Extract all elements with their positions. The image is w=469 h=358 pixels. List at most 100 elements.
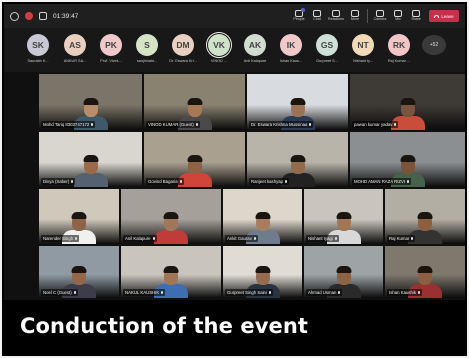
avatar-initials: PK (100, 34, 122, 56)
participant-name-label: VINOD KUMAR (Guest) (146, 121, 200, 128)
video-tile[interactable]: Anil Kalapure (121, 189, 221, 244)
mic-muted-icon (253, 237, 256, 241)
mic-muted-icon (268, 291, 271, 295)
mic-muted-icon (75, 237, 78, 241)
mic-muted-icon (179, 180, 182, 184)
more-button[interactable]: More (346, 5, 364, 27)
participant-name-label: Noel C (Guest) (41, 289, 78, 296)
people-button[interactable]: People (290, 5, 308, 27)
participant-name: Ankit Gaurav (227, 236, 252, 241)
avatar-initials: S (136, 34, 158, 56)
participant-avatar[interactable]: PK Prof. Vivek... (93, 34, 129, 63)
video-tile[interactable]: Mohd Tariq 8303747172 (39, 74, 142, 130)
avatar-name: Anil Kalapure (243, 59, 267, 63)
participant-name-label: Ishan Kaushik (387, 289, 422, 296)
video-tile[interactable]: VINOD KUMAR (Guest) (144, 74, 245, 130)
avatar-name: VINOD ... (210, 59, 228, 63)
share-button[interactable]: Share (407, 5, 425, 27)
video-tile[interactable]: Narender Singh (39, 189, 119, 244)
participant-avatar[interactable]: DM Dr. Eswara Kri... (165, 34, 201, 63)
video-tile[interactable]: pawan kumar yadav (350, 74, 465, 130)
participant-name-label: Mohd Tariq 8303747172 (41, 121, 96, 128)
participant-name: VINOD KUMAR (Guest) (148, 122, 194, 127)
avatar-name: Raj Kumar ... (387, 59, 411, 63)
participant-video (154, 212, 188, 244)
mic-muted-icon (152, 237, 155, 241)
reactions-icon (332, 10, 340, 18)
participant-name-label: MOHD AMAN RAZA RIZVI (352, 178, 412, 185)
phone-icon (434, 14, 440, 18)
participant-name: pawan kumar yadav (354, 122, 393, 127)
participant-video (73, 155, 108, 187)
avatar-initials: AK (244, 34, 266, 56)
participant-name-label: Govind Bagaria (146, 178, 184, 185)
participant-avatar[interactable]: SK Saurabh K... (20, 34, 56, 63)
mic-button[interactable]: Mic (389, 5, 407, 27)
participant-name-label: Dr. Eswara Krishna Mussinaa (249, 121, 314, 128)
mic-muted-icon (407, 180, 410, 184)
participant-name: Anil Kalapure (125, 236, 151, 241)
share-icon (412, 10, 420, 18)
video-tile[interactable]: Nishant tyagi (304, 189, 383, 244)
mic-muted-icon (71, 180, 74, 184)
participant-avatar[interactable]: NT Nishant ty... (345, 34, 381, 63)
mic-muted-icon (411, 237, 414, 241)
chat-icon (313, 10, 321, 18)
avatar-initials: RK (388, 34, 410, 56)
participant-name: Dr. Eswara Krishna Mussinaa (251, 122, 308, 127)
video-tile[interactable]: Gurpreet Singh Saini (223, 246, 302, 298)
mic-muted-icon (309, 123, 312, 127)
video-tile[interactable]: Ankit Gaurav (223, 189, 302, 244)
participant-name: Nishant tyagi (308, 236, 333, 241)
video-tile[interactable]: Ishan Kaushik (385, 246, 465, 298)
avatar-name: ANKUR SA... (63, 59, 87, 63)
participant-name-label: Ankit Gaurav (225, 235, 258, 242)
participant-name: Govind Bagaria (148, 179, 178, 184)
meeting-timer: 01:39:47 (53, 12, 79, 20)
avatar-initials: AS (64, 34, 86, 56)
avatar-name: sanjhinahi... (136, 59, 158, 63)
avatar-initials: DM (172, 34, 194, 56)
chat-button[interactable]: Chat (308, 5, 326, 27)
video-tile[interactable]: Raj Kumar (385, 189, 465, 244)
participant-name: Narender Singh (43, 236, 74, 241)
more-participants-button[interactable]: +52 (422, 35, 446, 55)
video-tile[interactable]: Dr. Eswara Krishna Mussinaa (247, 74, 348, 130)
participant-avatar[interactable]: GS Gurpreet S... (309, 34, 345, 63)
video-tile[interactable]: Ranjeet kashyap (247, 132, 348, 187)
avatar-initials: VK (206, 32, 232, 58)
mic-muted-icon (338, 291, 341, 295)
participant-name: Raj Kumar (389, 236, 410, 241)
avatar-name: Prof. Vivek... (100, 59, 122, 63)
avatar-initials: SK (27, 34, 49, 56)
participant-name: Gurpreet Singh Saini (227, 290, 267, 295)
participant-name-label: Narender Singh (41, 235, 80, 242)
video-tile[interactable]: MOHD AMAN RAZA RIZVI (350, 132, 465, 187)
recording-indicator-icon (25, 12, 33, 20)
video-tile[interactable]: Divya (Saber) (39, 132, 142, 187)
grid-view-icon[interactable] (39, 12, 47, 20)
leave-button[interactable]: Leave (429, 10, 459, 22)
video-tile[interactable]: Noel C (Guest) (39, 246, 119, 298)
participant-name-label: Ranjeet kashyap (249, 178, 290, 185)
video-tile[interactable]: Ahmad Usman (304, 246, 383, 298)
participant-name: Mohd Tariq 8303747172 (43, 122, 90, 127)
participant-avatar[interactable]: VK VINOD ... (201, 32, 237, 63)
participant-avatar[interactable]: Ssanjhinahi... (129, 34, 165, 63)
participant-avatar[interactable]: RK Raj Kumar ... (381, 34, 417, 63)
mic-muted-icon (418, 291, 420, 295)
camera-button[interactable]: Camera (371, 5, 389, 27)
meeting-toolbar: 01:39:47 People Chat Reactions More Came… (4, 4, 465, 28)
reactions-button[interactable]: Reactions (326, 5, 346, 27)
participant-avatar[interactable]: AK Anil Kalapure (237, 34, 273, 63)
people-icon (295, 8, 305, 18)
participant-avatar[interactable]: IK Ishan Kaus... (273, 34, 309, 63)
avatar-initials: IK (280, 34, 302, 56)
video-tile[interactable]: Govind Bagaria (144, 132, 245, 187)
participant-name-label: Ahmad Usman (306, 289, 343, 296)
video-tile[interactable]: NAKUL KAUSHIK (121, 246, 221, 298)
participant-avatar-row: +52 SK Saurabh K... AS ANKUR SA... PK Prof. V… (4, 28, 465, 72)
participant-avatar[interactable]: AS ANKUR SA... (57, 34, 93, 63)
participant-name-label: Raj Kumar (387, 235, 416, 242)
participant-name: Ishan Kaushik (389, 290, 416, 295)
